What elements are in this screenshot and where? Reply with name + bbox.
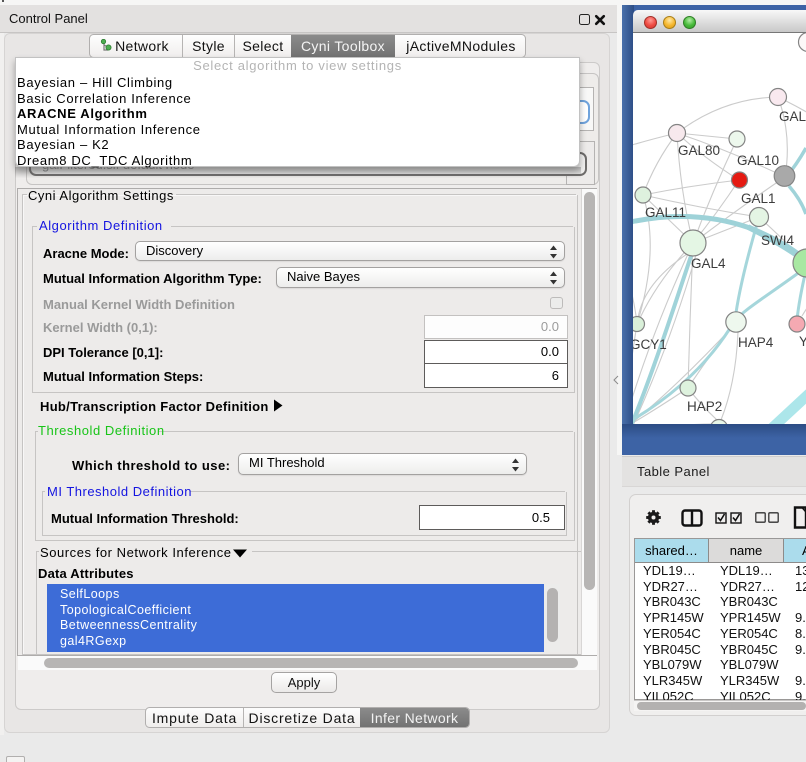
svg-text:GAL4: GAL4 [691,256,726,271]
svg-text:GAL80: GAL80 [779,109,806,124]
svg-text:GAL1: GAL1 [741,191,776,206]
svg-text:GAL80: GAL80 [678,143,720,158]
svg-text:GCY1: GCY1 [633,337,667,352]
svg-text:YL: YL [799,334,806,349]
svg-text:HAP4: HAP4 [738,335,774,350]
svg-text:HAP2: HAP2 [687,399,722,414]
svg-text:GAL10: GAL10 [737,153,779,168]
svg-text:SWI4: SWI4 [761,233,794,248]
svg-text:GAL11: GAL11 [645,205,686,220]
